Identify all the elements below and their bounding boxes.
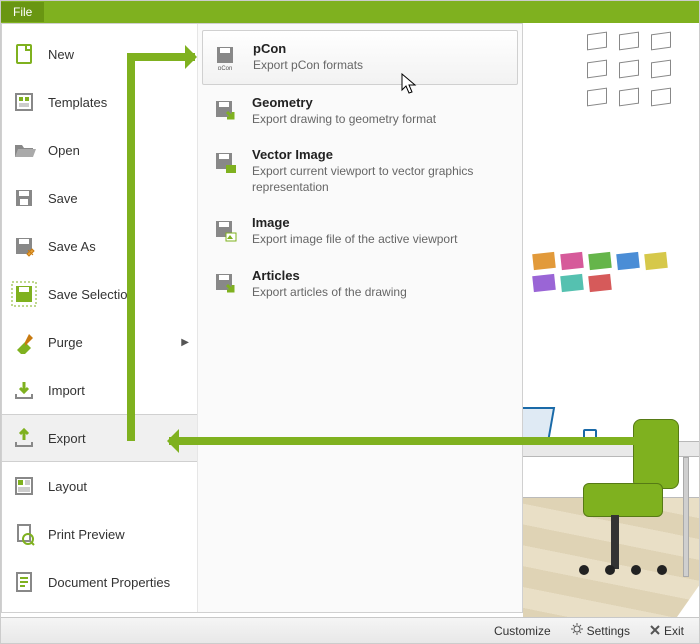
file-menu-column: New Templates Open Save Save As Save Sel… [2,24,198,612]
file-item-layout[interactable]: Layout [2,462,197,510]
viewport-canvas [523,23,699,617]
sub-title: pCon [253,41,507,56]
file-item-label: Save Selection [48,287,189,302]
file-item-templates[interactable]: Templates [2,78,197,126]
sub-desc: Export pCon formats [253,58,507,74]
cursor-icon [401,73,419,100]
file-item-save-as[interactable]: Save As [2,222,197,270]
scene-chair [633,419,679,489]
templates-icon [10,88,38,116]
articles-export-icon [212,270,240,298]
file-item-import[interactable]: Import [2,366,197,414]
scene-chair [583,483,663,517]
file-item-label: Print Preview [48,527,189,542]
import-icon [10,376,38,404]
vector-image-export-icon [212,149,240,177]
export-item-articles[interactable]: Articles Export articles of the drawing [202,258,518,311]
close-icon [650,624,660,638]
scene-chair [579,565,669,575]
file-item-label: Templates [48,95,189,110]
sub-title: Image [252,215,508,230]
sub-title: Vector Image [252,147,508,162]
print-preview-icon [10,520,38,548]
file-item-label: Import [48,383,189,398]
annotation-arrow [127,53,195,61]
export-item-image[interactable]: Image Export image file of the active vi… [202,205,518,258]
sub-title: Articles [252,268,508,283]
file-item-label: Layout [48,479,189,494]
file-item-label: Open [48,143,189,158]
svg-text:pCon: pCon [218,66,232,70]
purge-icon [10,328,38,356]
file-item-save-selection[interactable]: Save Selection [2,270,197,318]
image-export-icon [212,217,240,245]
scene-wall-art [533,253,683,291]
export-icon [10,424,38,452]
file-item-label: Document Properties [48,575,189,590]
view-cube-grid[interactable] [587,33,679,113]
pcon-export-icon: pCon [213,43,241,71]
save-icon [10,184,38,212]
sub-desc: Export current viewport to vector graphi… [252,164,508,195]
file-item-purge[interactable]: Purge ▶ [2,318,197,366]
sub-desc: Export drawing to geometry format [252,112,508,128]
exit-button[interactable]: Exit [641,620,693,642]
export-item-vector-image[interactable]: Vector Image Export current viewport to … [202,137,518,205]
settings-label: Settings [587,624,630,638]
settings-button[interactable]: Settings [562,619,639,642]
new-icon [10,40,38,68]
document-properties-icon [10,568,38,596]
file-menu-panel: New Templates Open Save Save As Save Sel… [1,23,523,613]
file-item-print-preview[interactable]: Print Preview [2,510,197,558]
gear-icon [571,623,583,638]
customize-label: Customize [494,624,551,638]
export-item-geometry[interactable]: Geometry Export drawing to geometry form… [202,85,518,138]
export-submenu: pCon pCon Export pCon formats Geometry E… [198,24,522,612]
save-as-icon [10,232,38,260]
sub-title: Geometry [252,95,508,110]
file-item-save[interactable]: Save [2,174,197,222]
file-item-label: Save [48,191,189,206]
statusbar: Customize Settings Exit [1,617,699,643]
open-icon [10,136,38,164]
annotation-arrow [169,437,677,445]
sub-desc: Export articles of the drawing [252,285,508,301]
geometry-export-icon [212,97,240,125]
chevron-right-icon: ▶ [181,337,189,348]
annotation-arrow [127,53,135,441]
sub-desc: Export image file of the active viewport [252,232,508,248]
customize-button[interactable]: Customize [485,620,560,642]
export-item-pcon[interactable]: pCon pCon Export pCon formats [202,30,518,85]
menu-file[interactable]: File [1,2,44,22]
file-item-label: Save As [48,239,189,254]
layout-icon [10,472,38,500]
scene-desk-leg [683,457,689,577]
exit-label: Exit [664,624,684,638]
file-item-open[interactable]: Open [2,126,197,174]
save-selection-icon [10,280,38,308]
file-item-label: Purge [48,335,171,350]
menubar: File [1,1,699,23]
file-item-document-properties[interactable]: Document Properties [2,558,197,606]
scene-chair [611,515,619,569]
